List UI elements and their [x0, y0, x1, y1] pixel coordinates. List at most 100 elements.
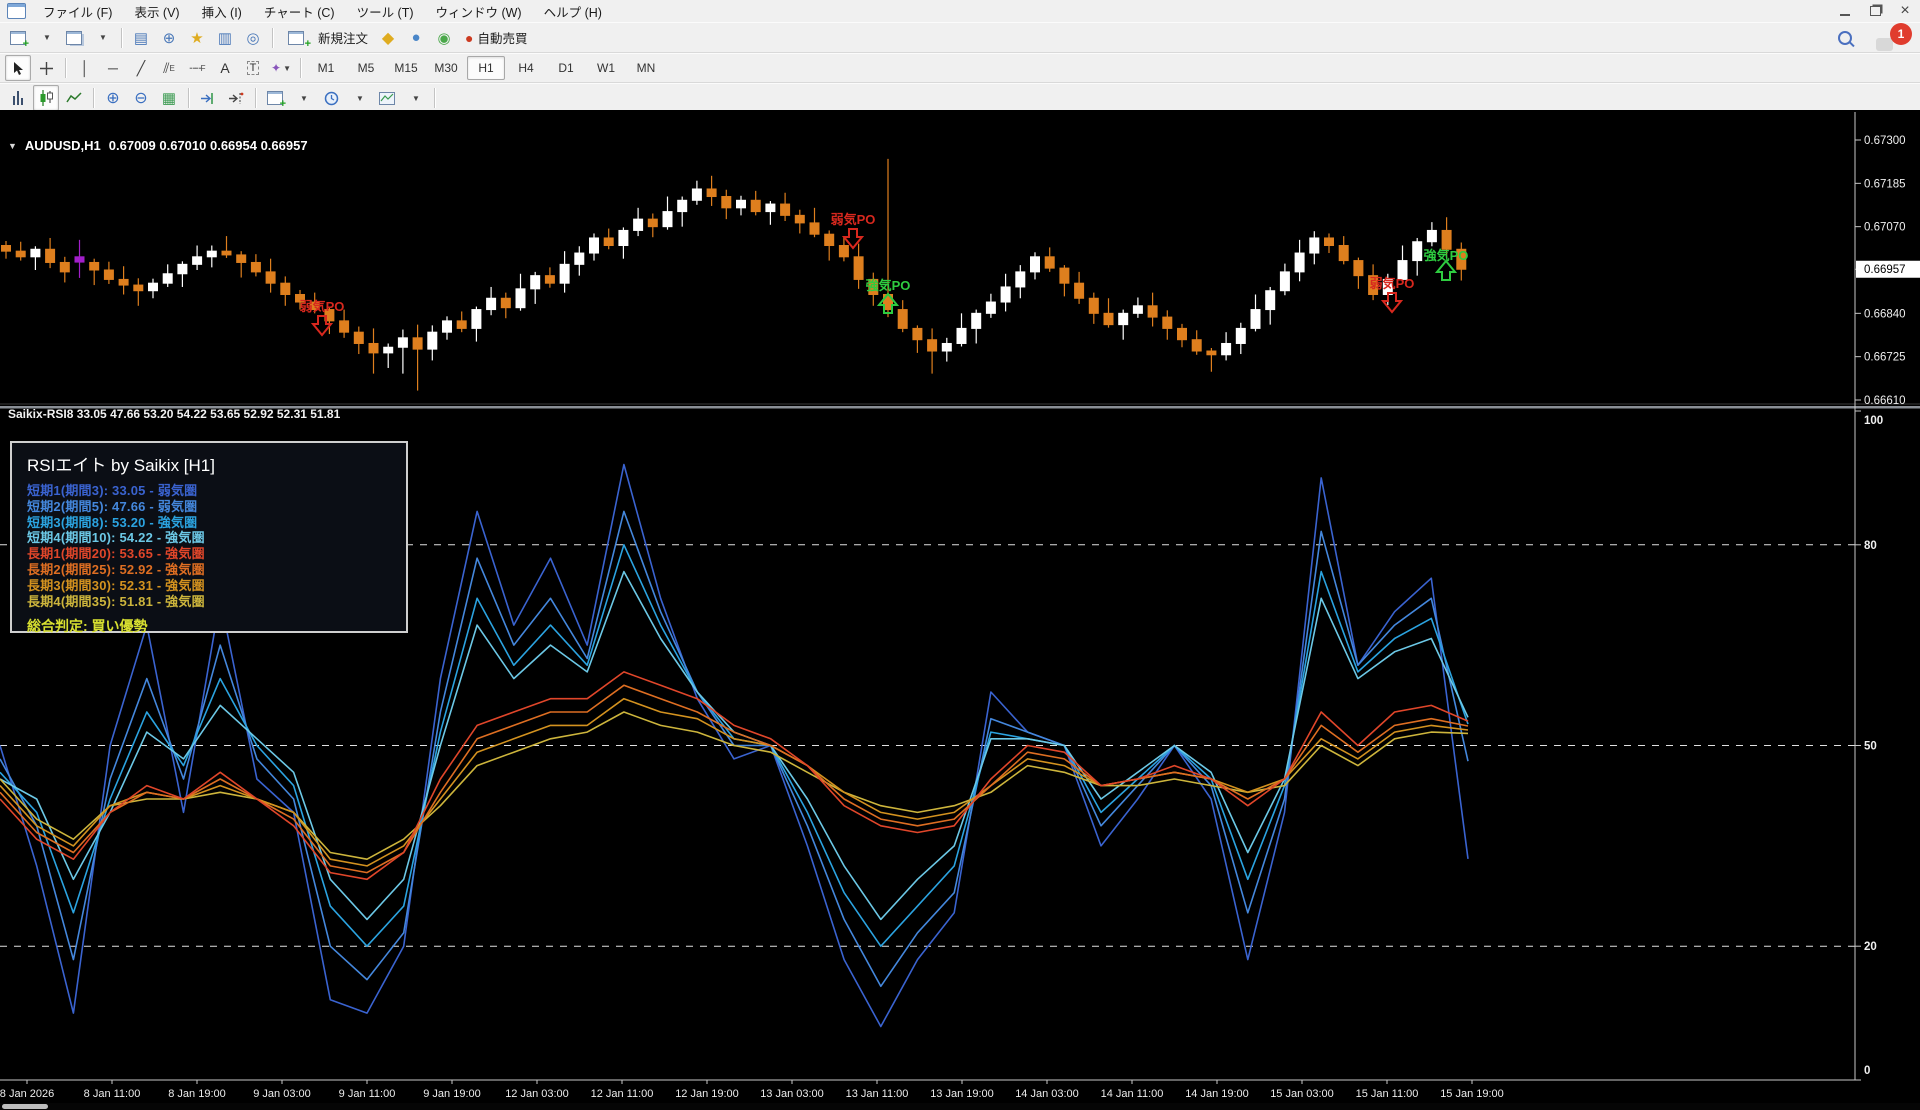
terminal-button[interactable]: ▥	[212, 25, 238, 51]
indicators-dropdown[interactable]: ▼	[290, 85, 316, 111]
menu-charts[interactable]: チャート (C)	[253, 0, 346, 23]
chart-shift-button[interactable]	[223, 85, 249, 111]
profiles-dropdown[interactable]: ▼	[89, 25, 115, 51]
candle	[340, 321, 349, 332]
menu-insert[interactable]: 挿入 (I)	[191, 0, 253, 23]
zoom-out-button[interactable]: ⊖	[128, 85, 154, 111]
candle	[795, 215, 804, 223]
chart-menu-caret-icon[interactable]: ▼	[8, 141, 17, 151]
navigator-button[interactable]: ★	[184, 25, 210, 51]
channel-button[interactable]: ⫽E	[156, 55, 182, 81]
cursor-icon	[12, 61, 25, 76]
new-order-icon	[288, 31, 304, 45]
time-tick-label: 15 Jan 19:00	[1440, 1088, 1504, 1100]
candle	[1442, 230, 1451, 249]
auto-trading-label: 自動売買	[477, 28, 527, 47]
timeframe-m1[interactable]: M1	[307, 56, 345, 80]
timeframe-w1[interactable]: W1	[587, 56, 625, 80]
timeframe-h4[interactable]: H4	[507, 56, 545, 80]
h-scrollbar-thumb[interactable]	[2, 1104, 48, 1109]
periods-button[interactable]	[318, 85, 344, 111]
candle	[531, 276, 540, 289]
crosshair-button[interactable]	[33, 55, 59, 81]
new-order-label[interactable]: 新規注文	[318, 28, 368, 47]
profiles-icon	[66, 31, 82, 45]
candle	[1354, 261, 1363, 276]
candle	[839, 246, 848, 257]
horizontal-line-button[interactable]: ─	[100, 55, 126, 81]
candle	[1001, 287, 1010, 302]
label-icon: T	[247, 61, 260, 75]
cursor-button[interactable]	[5, 55, 31, 81]
chart-window[interactable]: 弱気PO弱気PO強気PO弱気PO強気PO0.673000.671850.6707…	[0, 110, 1920, 1110]
timeframe-m30[interactable]: M30	[427, 56, 465, 80]
new-chart-dropdown[interactable]: ▼	[33, 25, 59, 51]
new-order-button[interactable]: +	[279, 25, 313, 51]
market-watch-button[interactable]: ▤	[128, 25, 154, 51]
candle	[354, 332, 363, 343]
indicators-button[interactable]: +	[262, 85, 288, 111]
time-tick-label: 14 Jan 19:00	[1185, 1088, 1249, 1100]
metaeditor-button[interactable]: ◆	[375, 25, 401, 51]
timeframe-h1[interactable]: H1	[467, 56, 505, 80]
time-tick-label: 15 Jan 11:00	[1356, 1088, 1419, 1100]
trendline-button[interactable]: ╱	[128, 55, 154, 81]
notifications[interactable]: 1	[1874, 25, 1912, 51]
close-button[interactable]: ×	[1890, 1, 1920, 21]
templates-dropdown[interactable]: ▼	[402, 85, 428, 111]
tile-windows-button[interactable]: ▦	[156, 85, 182, 111]
candle	[1251, 310, 1260, 329]
templates-button[interactable]	[374, 85, 400, 111]
candle	[193, 257, 202, 265]
toolbar-separator	[93, 88, 94, 108]
new-chart-button[interactable]: +	[5, 25, 31, 51]
candle	[46, 249, 55, 262]
strategy-tester-icon: ◎	[246, 29, 259, 47]
signals-button[interactable]: ◉	[431, 25, 457, 51]
text-label-button[interactable]: T	[240, 55, 266, 81]
candle	[986, 302, 995, 313]
menu-help[interactable]: ヘルプ (H)	[533, 0, 613, 23]
line-chart-button[interactable]	[61, 85, 87, 111]
price-tick-label: 0.66725	[1864, 352, 1906, 364]
time-tick-label: 8 Jan 11:00	[84, 1088, 141, 1100]
time-tick-label: 9 Jan 11:00	[339, 1088, 396, 1100]
horizontal-scrollbar[interactable]	[0, 1103, 1920, 1110]
auto-scroll-button[interactable]	[195, 85, 221, 111]
restore-button[interactable]	[1860, 1, 1890, 21]
menu-window[interactable]: ウィンドウ (W)	[425, 0, 533, 23]
candle	[1045, 257, 1054, 268]
timeframe-d1[interactable]: D1	[547, 56, 585, 80]
fibonacci-button[interactable]: ╌╌F	[184, 55, 210, 81]
menu-bar: ファイル (F) 表示 (V) 挿入 (I) チャート (C) ツール (T) …	[0, 0, 1920, 22]
timeframe-m15[interactable]: M15	[387, 56, 425, 80]
info-box-summary: 総合判定: 買い優勢	[27, 616, 406, 636]
zoom-in-button[interactable]: ⊕	[100, 85, 126, 111]
candle	[16, 251, 25, 257]
time-tick-label: 8 Jan 2026	[0, 1088, 54, 1100]
vertical-line-button[interactable]: │	[72, 55, 98, 81]
chart-symbol-timeframe: AUDUSD,H1	[25, 138, 101, 153]
timeframe-m5[interactable]: M5	[347, 56, 385, 80]
profiles-button[interactable]	[61, 25, 87, 51]
candlestick-button[interactable]	[33, 85, 59, 111]
bar-chart-button[interactable]	[5, 85, 31, 111]
data-window-button[interactable]: ⊕	[156, 25, 182, 51]
time-tick-label: 13 Jan 03:00	[760, 1088, 824, 1100]
shapes-button[interactable]: ✦▼	[268, 55, 294, 81]
menu-view[interactable]: 表示 (V)	[123, 0, 190, 23]
timeframe-mn[interactable]: MN	[627, 56, 665, 80]
text-button[interactable]: A	[212, 55, 238, 81]
auto-trading-button[interactable]: ● 自動売買	[459, 25, 539, 51]
candle	[60, 262, 69, 271]
strategy-tester-button[interactable]: ◎	[240, 25, 266, 51]
community-button[interactable]: ●	[403, 25, 429, 51]
periods-dropdown[interactable]: ▼	[346, 85, 372, 111]
menu-tools[interactable]: ツール (T)	[346, 0, 425, 23]
menu-file[interactable]: ファイル (F)	[32, 0, 123, 23]
search-icon[interactable]	[1838, 31, 1852, 45]
fibo-letter: F	[201, 64, 205, 73]
candle	[1178, 328, 1187, 339]
highlighted-candle	[75, 257, 84, 262]
minimize-button[interactable]	[1830, 1, 1860, 21]
